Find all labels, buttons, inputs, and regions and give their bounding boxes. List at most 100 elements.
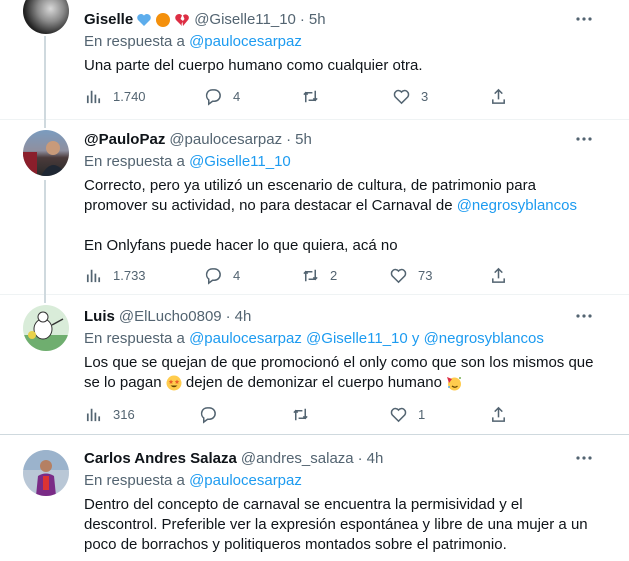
author-name[interactable]: Giselle	[84, 10, 133, 30]
like-button[interactable]: 1	[389, 404, 425, 424]
author-name[interactable]: Carlos Andres Salaza	[84, 449, 237, 469]
mention-link[interactable]: @negrosyblancos	[457, 197, 577, 214]
share-button[interactable]	[489, 404, 508, 424]
like-button[interactable]: 3	[392, 86, 428, 106]
tweet-text: Los que se quejan de que promocionó el o…	[84, 353, 609, 393]
share-button[interactable]	[489, 86, 508, 106]
author-handle[interactable]: @paulocesarpaz	[169, 130, 282, 150]
separator-dot: ·	[299, 11, 305, 28]
separator-dot: ·	[286, 131, 292, 148]
views-icon	[86, 408, 101, 421]
tweet-text-line: poco de borrachos y politiqueros montado…	[84, 536, 507, 553]
tweet-text-line: descontrol. Preferible ver la expresión …	[84, 516, 588, 533]
timestamp[interactable]: 4h	[367, 449, 384, 469]
like-button[interactable]: 73	[389, 265, 432, 285]
reply-to-line: En respuesta a @Giselle11_10	[84, 152, 609, 172]
like-count: 1	[418, 406, 426, 422]
star-struck-emoji-icon	[166, 375, 182, 391]
retweet-icon	[303, 269, 318, 281]
avatar[interactable]	[23, 305, 69, 351]
action-bar: 316 1	[84, 404, 514, 424]
mention-link[interactable]: @paulocesarpaz	[189, 33, 302, 50]
retweet-icon	[303, 90, 318, 102]
timestamp[interactable]: 5h	[295, 130, 312, 150]
separator-dot: ·	[357, 450, 363, 467]
retweet-icon	[293, 408, 308, 420]
avatar[interactable]	[23, 130, 69, 176]
views-count: 1.733	[113, 267, 146, 283]
tweet-text: Correcto, pero ya utilizó un escenario d…	[84, 176, 609, 256]
tweet-carlos[interactable]: Carlos Andres Salaza @andres_salaza · 4h…	[0, 436, 629, 561]
more-icon[interactable]	[575, 10, 593, 28]
broken-heart-icon	[175, 14, 190, 26]
reply-icon	[200, 406, 216, 424]
reply-count: 4	[233, 267, 241, 283]
like-icon	[390, 407, 407, 422]
retweet-button[interactable]: 2	[301, 265, 337, 285]
text-segment: dejen de demonizar el cuerpo humano	[181, 374, 447, 391]
tweet-text-line: Los que se quejan de que promocionó el o…	[84, 354, 594, 371]
tweet-text-line: En Onlyfans puede hacer lo que quiera, a…	[84, 237, 398, 254]
views-button[interactable]: 316	[84, 404, 135, 424]
action-bar: 1.740 4 3	[84, 86, 514, 106]
reply-to-line: En respuesta a @paulocesarpaz @Giselle11…	[84, 329, 609, 349]
author-handle[interactable]: @Giselle11_10	[194, 10, 296, 30]
separator-dot: ·	[225, 308, 231, 325]
author-name[interactable]: @PauloPaz	[84, 130, 165, 150]
tweet-header: Giselle @Giselle11_10 · 5h	[84, 10, 609, 30]
reply-and-text: y	[411, 330, 420, 347]
timestamp[interactable]: 5h	[309, 10, 326, 30]
mention-link[interactable]: @Giselle11_10	[306, 330, 408, 347]
views-count: 1.740	[113, 88, 146, 104]
timestamp[interactable]: 4h	[235, 307, 252, 327]
tweet-header: @PauloPaz @paulocesarpaz · 5h	[84, 130, 609, 150]
reply-button[interactable]	[199, 404, 228, 424]
author-name[interactable]: Luis	[84, 307, 115, 327]
like-count: 3	[421, 88, 429, 104]
mention-link[interactable]: @Giselle11_10	[189, 153, 291, 170]
avatar[interactable]	[23, 450, 69, 496]
tweet-text-line: Una parte del cuerpo humano como cualqui…	[84, 57, 423, 74]
avatar[interactable]	[23, 0, 69, 34]
text-segment: promover su actividad, no para destacar …	[84, 197, 457, 214]
reply-to-line: En respuesta a @paulocesarpaz	[84, 471, 609, 491]
orange-circle-icon	[156, 13, 171, 27]
tweet-text-line: se lo pagan dejen de demonizar el cuerpo…	[84, 373, 609, 393]
more-icon[interactable]	[575, 130, 593, 148]
views-icon	[86, 269, 101, 282]
reply-to-label: En respuesta a	[84, 153, 185, 170]
more-icon[interactable]	[575, 307, 593, 325]
reply-to-label: En respuesta a	[84, 330, 185, 347]
reply-button[interactable]: 4	[204, 265, 240, 285]
thread-line	[44, 295, 46, 303]
reply-to-line: En respuesta a @paulocesarpaz	[84, 32, 609, 52]
share-icon	[492, 88, 505, 104]
mention-link[interactable]: @paulocesarpaz	[189, 330, 302, 347]
text-segment: se lo pagan	[84, 374, 166, 391]
tweet-giselle[interactable]: Giselle @Giselle11_10 · 5h En respuesta …	[0, 0, 629, 122]
tweet-text-line: Dentro del concepto de carnaval se encue…	[84, 496, 523, 513]
share-button[interactable]	[489, 265, 508, 285]
author-handle[interactable]: @andres_salaza	[241, 449, 354, 469]
tweet-luis[interactable]: Luis @ElLucho0809 · 4h En respuesta a @p…	[0, 295, 629, 435]
more-icon[interactable]	[575, 449, 593, 467]
views-button[interactable]: 1.740	[84, 86, 146, 106]
retweet-button[interactable]	[301, 86, 330, 106]
retweet-button[interactable]	[291, 404, 320, 424]
reply-button[interactable]: 4	[204, 86, 240, 106]
author-handle[interactable]: @ElLucho0809	[119, 307, 222, 327]
views-icon	[86, 90, 101, 103]
tweet-paulopaz[interactable]: @PauloPaz @paulocesarpaz · 5h En respues…	[0, 120, 629, 297]
mention-link[interactable]: @paulocesarpaz	[189, 472, 302, 489]
thread-line	[44, 120, 46, 128]
views-button[interactable]: 1.733	[84, 265, 146, 285]
thread-line	[44, 180, 46, 297]
mention-link[interactable]: @negrosyblancos	[424, 330, 544, 347]
tweet-text-line: Correcto, pero ya utilizó un escenario d…	[84, 177, 536, 194]
like-icon	[390, 268, 407, 283]
blue-heart-icon	[137, 14, 151, 26]
tweet-header: Luis @ElLucho0809 · 4h	[84, 307, 609, 327]
like-icon	[393, 89, 410, 104]
reply-to-label: En respuesta a	[84, 472, 185, 489]
tweet-text: Dentro del concepto de carnaval se encue…	[84, 495, 609, 555]
